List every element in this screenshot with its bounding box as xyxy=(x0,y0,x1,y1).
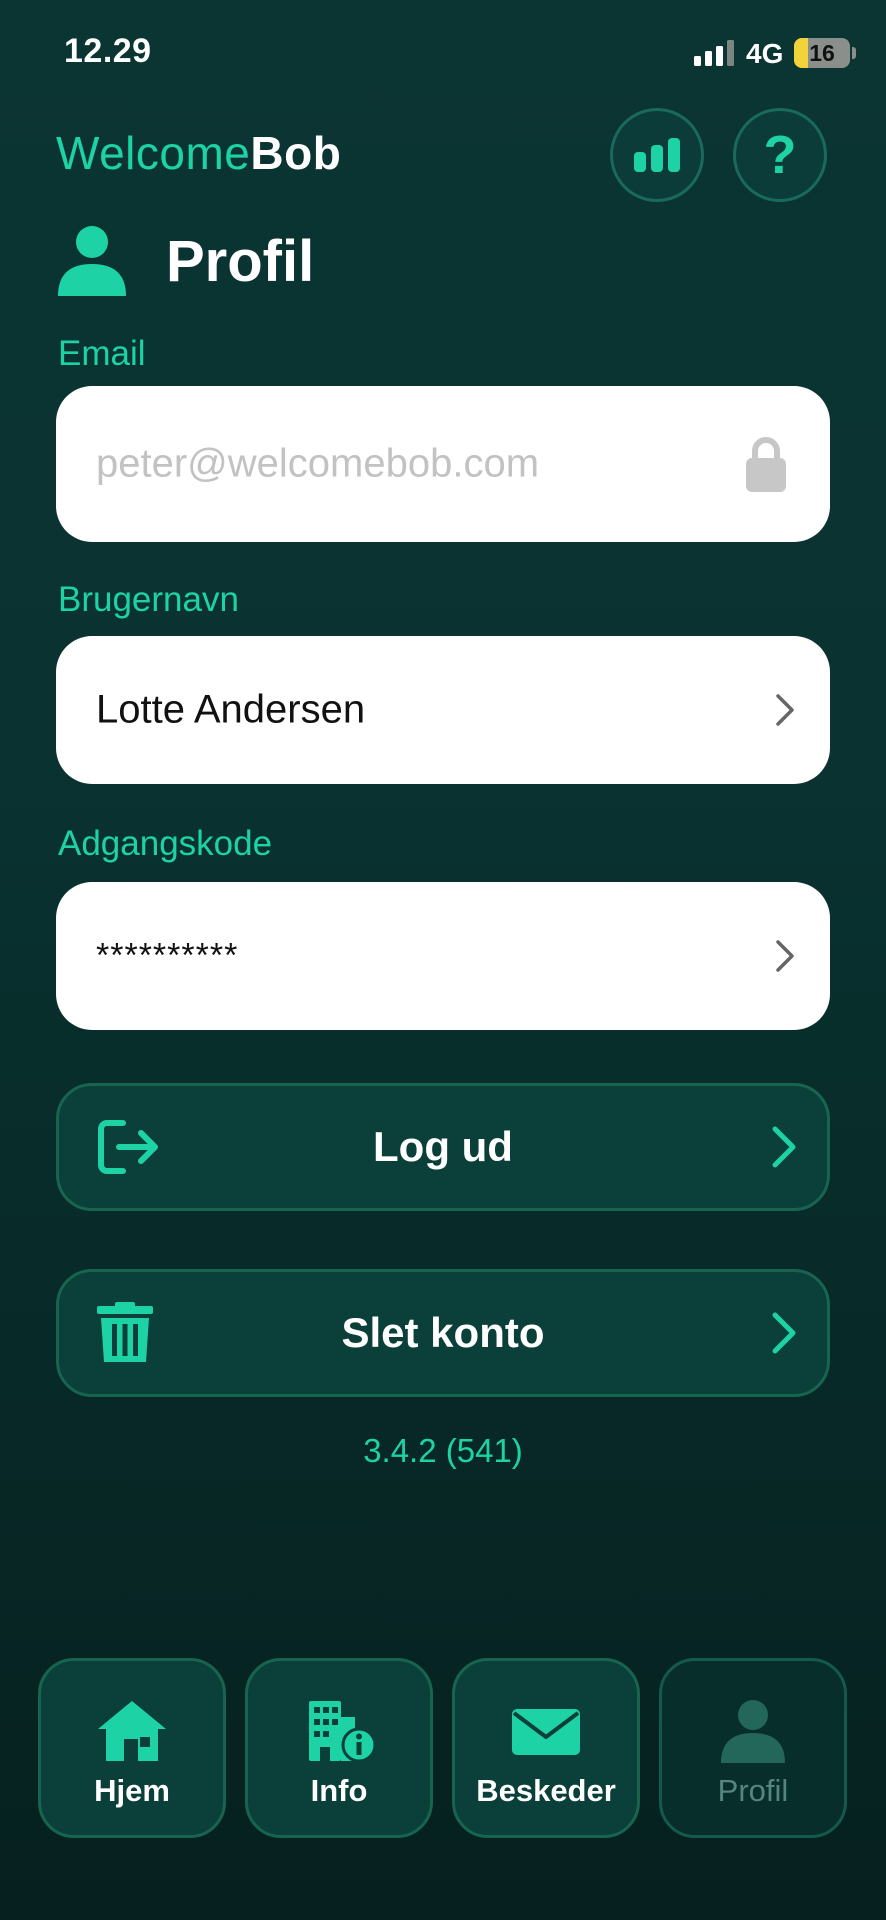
battery-level: 16 xyxy=(809,40,835,66)
bar-chart-icon xyxy=(634,138,680,172)
username-field[interactable]: Lotte Andersen xyxy=(56,636,830,784)
logout-label: Log ud xyxy=(373,1123,513,1170)
username-label: Brugernavn xyxy=(58,580,239,619)
nav-item-profil[interactable]: Profil xyxy=(659,1658,847,1838)
network-type: 4G xyxy=(746,38,784,69)
password-label: Adgangskode xyxy=(58,824,273,863)
stats-button[interactable] xyxy=(610,108,704,202)
chevron-right-icon xyxy=(776,694,794,726)
mail-icon xyxy=(512,1709,580,1755)
user-icon xyxy=(721,1700,785,1763)
username-value: Lotte Andersen xyxy=(96,687,366,732)
nav-item-info[interactable]: Info xyxy=(245,1658,433,1838)
nav-item-hjem[interactable]: Hjem xyxy=(38,1658,226,1838)
email-value: peter@welcomebob.com xyxy=(96,441,540,486)
nav-label: Beskeder xyxy=(476,1773,616,1808)
password-field[interactable]: ********** xyxy=(56,882,830,1030)
delete-account-button[interactable]: Slet konto xyxy=(56,1269,830,1397)
nav-item-beskeder[interactable]: Beskeder xyxy=(452,1658,640,1838)
battery-icon: 16 xyxy=(794,38,850,68)
user-icon xyxy=(58,226,126,296)
chevron-right-icon xyxy=(772,1126,796,1168)
delete-account-label: Slet konto xyxy=(341,1309,545,1356)
help-button[interactable]: ? xyxy=(733,108,827,202)
signal-icon xyxy=(694,40,734,66)
app-version: 3.4.2 (541) xyxy=(363,1432,523,1469)
nav-label: Info xyxy=(310,1773,368,1808)
app-logo: WelcomeBob xyxy=(56,127,342,179)
page-title: Profil xyxy=(166,229,315,294)
battery-cap xyxy=(852,47,856,59)
password-value: ********** xyxy=(96,936,239,975)
chevron-right-icon xyxy=(776,940,794,972)
logout-button[interactable]: Log ud xyxy=(56,1083,830,1211)
lock-icon xyxy=(746,437,786,492)
building-info-icon xyxy=(309,1701,375,1763)
status-time: 12.29 xyxy=(64,32,152,70)
email-field: peter@welcomebob.com xyxy=(56,386,830,542)
nav-label: Hjem xyxy=(94,1773,170,1808)
nav-label: Profil xyxy=(717,1773,789,1808)
email-label: Email xyxy=(58,334,146,373)
question-icon: ? xyxy=(763,125,797,185)
home-icon xyxy=(98,1701,166,1761)
chevron-right-icon xyxy=(772,1312,796,1354)
